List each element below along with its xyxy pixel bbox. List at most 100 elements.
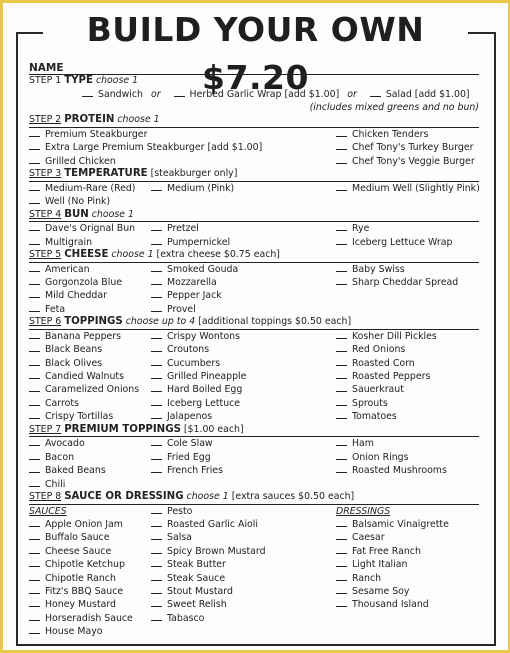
option-item[interactable]: Medium Well (Slightly Pink) bbox=[336, 182, 480, 195]
option-item[interactable]: Red Onions bbox=[336, 343, 479, 356]
checkbox-blank[interactable] bbox=[336, 344, 347, 353]
option-item[interactable]: Steak Sauce bbox=[151, 572, 336, 585]
option-item[interactable]: Black Beans bbox=[29, 343, 151, 356]
option-item[interactable]: Baked Beans bbox=[29, 464, 151, 477]
checkbox-blank[interactable] bbox=[151, 358, 162, 366]
checkbox-blank[interactable] bbox=[29, 438, 40, 447]
checkbox-blank[interactable] bbox=[336, 277, 347, 286]
option-item[interactable]: Roasted Peppers bbox=[336, 370, 479, 383]
option-item[interactable]: Pumpernickel bbox=[151, 236, 336, 249]
checkbox-blank[interactable] bbox=[29, 196, 40, 205]
option-item[interactable]: Horseradish Sauce bbox=[29, 612, 151, 625]
option-item[interactable]: Sesame Soy bbox=[336, 585, 479, 598]
checkbox-blank[interactable] bbox=[29, 532, 40, 541]
option-item[interactable]: Medium-Rare (Red) bbox=[29, 182, 151, 195]
checkbox-blank[interactable] bbox=[29, 586, 40, 594]
checkbox-blank[interactable] bbox=[29, 452, 40, 460]
checkbox-blank[interactable] bbox=[29, 546, 40, 554]
checkbox-blank[interactable] bbox=[336, 264, 347, 272]
option-sandwich[interactable]: Sandwich bbox=[82, 89, 143, 100]
option-item[interactable]: Balsamic Vinaigrette bbox=[336, 518, 479, 531]
checkbox-blank[interactable] bbox=[29, 479, 40, 487]
checkbox-blank[interactable] bbox=[29, 304, 40, 312]
checkbox-blank[interactable] bbox=[336, 183, 347, 191]
option-item[interactable]: Apple Onion Jam bbox=[29, 518, 151, 531]
checkbox-blank[interactable] bbox=[173, 89, 185, 97]
checkbox-blank[interactable] bbox=[82, 89, 93, 97]
option-item[interactable]: Sauerkraut bbox=[336, 383, 479, 396]
option-item[interactable]: Premium Steakburger bbox=[29, 128, 151, 141]
option-item[interactable]: Jalapenos bbox=[151, 410, 336, 423]
option-item[interactable]: Pesto bbox=[151, 505, 336, 518]
checkbox-blank[interactable] bbox=[151, 371, 162, 380]
name-field[interactable]: NAME bbox=[29, 62, 479, 75]
option-item[interactable]: Chipotle Ketchup bbox=[29, 558, 151, 571]
option-item[interactable]: Smoked Gouda bbox=[151, 263, 336, 276]
checkbox-blank[interactable] bbox=[29, 358, 40, 366]
checkbox-blank[interactable] bbox=[151, 398, 162, 406]
option-item[interactable]: Pepper Jack bbox=[151, 289, 336, 302]
checkbox-blank[interactable] bbox=[336, 237, 347, 245]
checkbox-blank[interactable] bbox=[151, 465, 162, 474]
option-item[interactable]: Rye bbox=[336, 222, 479, 235]
option-item[interactable]: Medium (Pink) bbox=[151, 182, 336, 195]
option-item[interactable]: Tabasco bbox=[151, 612, 336, 625]
checkbox-blank[interactable] bbox=[336, 599, 347, 608]
checkbox-blank[interactable] bbox=[151, 586, 162, 594]
checkbox-blank[interactable] bbox=[336, 519, 347, 527]
checkbox-blank[interactable] bbox=[336, 142, 347, 151]
checkbox-blank[interactable] bbox=[29, 599, 40, 608]
checkbox-blank[interactable] bbox=[151, 532, 162, 541]
option-item[interactable]: Spicy Brown Mustard bbox=[151, 545, 336, 558]
checkbox-blank[interactable] bbox=[151, 344, 162, 353]
option-item[interactable]: Fried Egg bbox=[151, 451, 336, 464]
option-item[interactable]: Baby Swiss bbox=[336, 263, 479, 276]
option-item[interactable]: Fat Free Ranch bbox=[336, 545, 479, 558]
option-wrap[interactable]: Herbed Garlic Wrap [add $1.00] bbox=[173, 89, 339, 100]
option-item[interactable]: Bacon bbox=[29, 451, 151, 464]
option-item[interactable]: Fitz's BBQ Sauce bbox=[29, 585, 151, 598]
checkbox-blank[interactable] bbox=[336, 546, 347, 554]
checkbox-blank[interactable] bbox=[29, 371, 40, 380]
checkbox-blank[interactable] bbox=[336, 358, 347, 366]
checkbox-blank[interactable] bbox=[29, 277, 40, 286]
option-item[interactable]: Cucumbers bbox=[151, 357, 336, 370]
checkbox-blank[interactable] bbox=[151, 573, 162, 581]
checkbox-blank[interactable] bbox=[336, 411, 347, 420]
option-item[interactable]: Banana Peppers bbox=[29, 330, 151, 343]
checkbox-blank[interactable] bbox=[29, 183, 40, 191]
checkbox-blank[interactable] bbox=[369, 89, 381, 97]
option-item[interactable]: Chef Tony's Veggie Burger bbox=[336, 155, 479, 168]
checkbox-blank[interactable] bbox=[151, 183, 162, 191]
checkbox-blank[interactable] bbox=[29, 519, 40, 527]
option-item[interactable]: Well (No Pink) bbox=[29, 195, 151, 208]
checkbox-blank[interactable] bbox=[151, 546, 162, 554]
option-item[interactable]: Chicken Tenders bbox=[336, 128, 479, 141]
checkbox-blank[interactable] bbox=[336, 465, 347, 474]
checkbox-blank[interactable] bbox=[29, 344, 40, 353]
checkbox-blank[interactable] bbox=[151, 613, 162, 621]
option-item[interactable]: Cheese Sauce bbox=[29, 545, 151, 558]
option-item[interactable]: Black Olives bbox=[29, 357, 151, 370]
checkbox-blank[interactable] bbox=[29, 559, 40, 568]
option-item[interactable]: Honey Mustard bbox=[29, 598, 151, 611]
checkbox-blank[interactable] bbox=[336, 452, 347, 460]
checkbox-blank[interactable] bbox=[29, 142, 40, 151]
option-item[interactable]: Tomatoes bbox=[336, 410, 479, 423]
option-item[interactable]: Candied Walnuts bbox=[29, 370, 151, 383]
checkbox-blank[interactable] bbox=[151, 237, 162, 245]
option-item[interactable]: Ham bbox=[336, 437, 479, 450]
option-item[interactable]: Roasted Mushrooms bbox=[336, 464, 479, 477]
option-item[interactable]: Thousand Island bbox=[336, 598, 479, 611]
checkbox-blank[interactable] bbox=[29, 237, 40, 245]
checkbox-blank[interactable] bbox=[151, 277, 162, 286]
checkbox-blank[interactable] bbox=[336, 586, 347, 594]
option-item[interactable]: Extra Large Premium Steakburger [add $1.… bbox=[29, 141, 262, 154]
checkbox-blank[interactable] bbox=[336, 532, 347, 541]
option-item[interactable]: Kosher Dill Pickles bbox=[336, 330, 479, 343]
checkbox-blank[interactable] bbox=[336, 438, 347, 447]
option-item[interactable]: Steak Butter bbox=[151, 558, 336, 571]
option-item[interactable]: Sprouts bbox=[336, 397, 479, 410]
option-item[interactable]: American bbox=[29, 263, 151, 276]
option-item[interactable]: Gorgonzola Blue bbox=[29, 276, 151, 289]
